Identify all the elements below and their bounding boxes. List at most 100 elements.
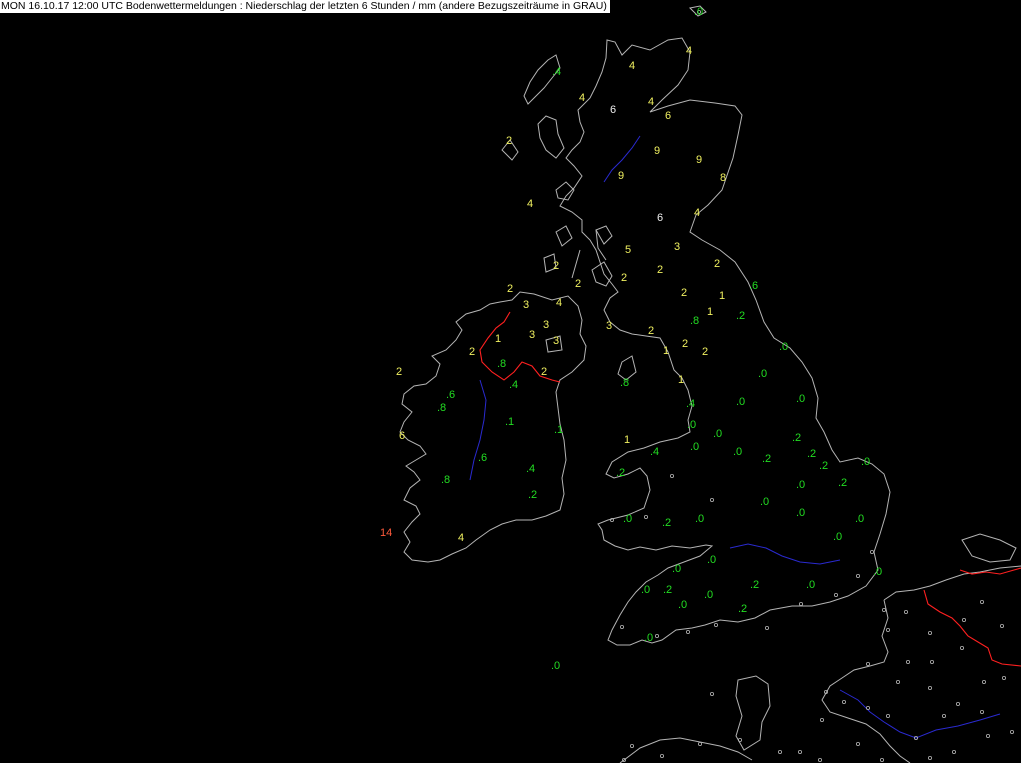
- station-marker: [880, 758, 885, 763]
- precipitation-value: .4: [526, 463, 535, 475]
- precipitation-value: .0: [704, 589, 713, 601]
- station-marker: [980, 710, 985, 715]
- station-marker: [886, 714, 891, 719]
- station-marker: [799, 602, 804, 607]
- precipitation-value: 2: [702, 346, 708, 358]
- precipitation-value: .1: [554, 424, 563, 436]
- observation-labels: .044.446462999 846 45 32 2 22 223 42 1.6133 33 2.2…: [380, 6, 882, 672]
- station-marker: [866, 662, 871, 667]
- precipitation-value: 9: [618, 170, 624, 182]
- precipitation-value: .0: [796, 507, 805, 519]
- precipitation-value: .2: [663, 584, 672, 596]
- precipitation-value: 2: [553, 260, 559, 272]
- station-marker: [842, 700, 847, 705]
- thames-river: [729, 543, 841, 565]
- precipitation-value: 1: [719, 290, 725, 302]
- precipitation-value: 2: [714, 258, 720, 270]
- precipitation-value: .0: [758, 368, 767, 380]
- shannon-river: [469, 379, 487, 481]
- precipitation-value: 4: [556, 297, 562, 309]
- precipitation-value: .2: [819, 460, 828, 472]
- precipitation-value: .2: [736, 310, 745, 322]
- seine-river: [839, 689, 1001, 739]
- precipitation-value: 4: [629, 60, 635, 72]
- precipitation-value: 9: [654, 145, 660, 157]
- precipitation-value: .4: [552, 66, 561, 78]
- station-marker: [882, 608, 887, 613]
- station-marker: [1002, 676, 1007, 681]
- station-marker: [670, 473, 675, 478]
- precipitation-value: .2: [616, 467, 625, 479]
- precipitation-value: 3: [606, 320, 612, 332]
- station-marker: [778, 750, 783, 755]
- station-marker: [904, 610, 909, 615]
- precipitation-value: .0: [873, 566, 882, 578]
- precipitation-value: 1: [678, 374, 684, 386]
- station-marker: [714, 623, 719, 628]
- precipitation-value: 4: [686, 45, 692, 57]
- precipitation-value: .0: [678, 599, 687, 611]
- precipitation-value: 2: [575, 278, 581, 290]
- precipitation-value: .0: [687, 419, 696, 431]
- precipitation-value: 4: [458, 532, 464, 544]
- station-marker: [1010, 730, 1015, 735]
- precipitation-value: 2: [657, 264, 663, 276]
- precipitation-value: .0: [641, 584, 650, 596]
- station-marker: [765, 626, 770, 631]
- precipitation-value: 3: [553, 335, 559, 347]
- precipitation-value: 1: [707, 306, 713, 318]
- precipitation-value: 2: [396, 366, 402, 378]
- precipitation-value: .0: [707, 554, 716, 566]
- station-marker: [644, 515, 649, 520]
- precipitation-value: .0: [551, 660, 560, 672]
- precipitation-value: .0: [733, 446, 742, 458]
- precipitation-value: 1: [663, 345, 669, 357]
- station-marker: [710, 497, 715, 502]
- precipitation-value: 3: [674, 241, 680, 253]
- station-marker: [630, 744, 635, 749]
- station-marker: [738, 738, 743, 743]
- precipitation-value: 2: [648, 325, 654, 337]
- station-marker: [820, 718, 825, 723]
- station-marker: [660, 754, 665, 759]
- precipitation-value: 6: [399, 430, 405, 442]
- precipitation-value: .8: [497, 358, 506, 370]
- station-marker: [798, 750, 803, 755]
- precipitation-value: .1: [505, 416, 514, 428]
- precipitation-value: .0: [672, 563, 681, 575]
- precipitation-value: 9: [696, 154, 702, 166]
- precipitation-value: .2: [528, 489, 537, 501]
- precipitation-value: .4: [509, 379, 518, 391]
- precipitation-value: 3: [523, 299, 529, 311]
- precipitation-value: 1: [624, 434, 630, 446]
- precipitation-value: 3: [529, 329, 535, 341]
- precipitation-value: 4: [527, 198, 533, 210]
- station-marker: [870, 550, 875, 555]
- precipitation-value: .8: [620, 377, 629, 389]
- station-marker: [710, 692, 715, 697]
- station-marker: [886, 628, 891, 633]
- precipitation-value: .0: [694, 6, 703, 18]
- precipitation-value: .0: [855, 513, 864, 525]
- station-marker: [982, 680, 987, 685]
- station-marker: [655, 634, 660, 639]
- precipitation-value: 8: [720, 172, 726, 184]
- station-marker: [620, 625, 625, 630]
- precipitation-value: .0: [796, 393, 805, 405]
- precipitation-value: .2: [762, 453, 771, 465]
- precipitation-value: 6: [610, 104, 616, 116]
- borders: [479, 311, 1021, 667]
- precipitation-value: 4: [579, 92, 585, 104]
- station-marker: [986, 734, 991, 739]
- station-marker: [960, 646, 965, 651]
- station-marker: [906, 660, 911, 665]
- precipitation-value: 2: [541, 366, 547, 378]
- station-marker: [686, 630, 691, 635]
- precipitation-value: .0: [644, 632, 653, 644]
- station-marker: [856, 574, 861, 579]
- netherlands-belgium-border: [959, 567, 1021, 575]
- precipitation-value: .0: [796, 479, 805, 491]
- precipitation-value: 2: [681, 287, 687, 299]
- station-marker: [930, 660, 935, 665]
- precipitation-value: .0: [779, 341, 788, 353]
